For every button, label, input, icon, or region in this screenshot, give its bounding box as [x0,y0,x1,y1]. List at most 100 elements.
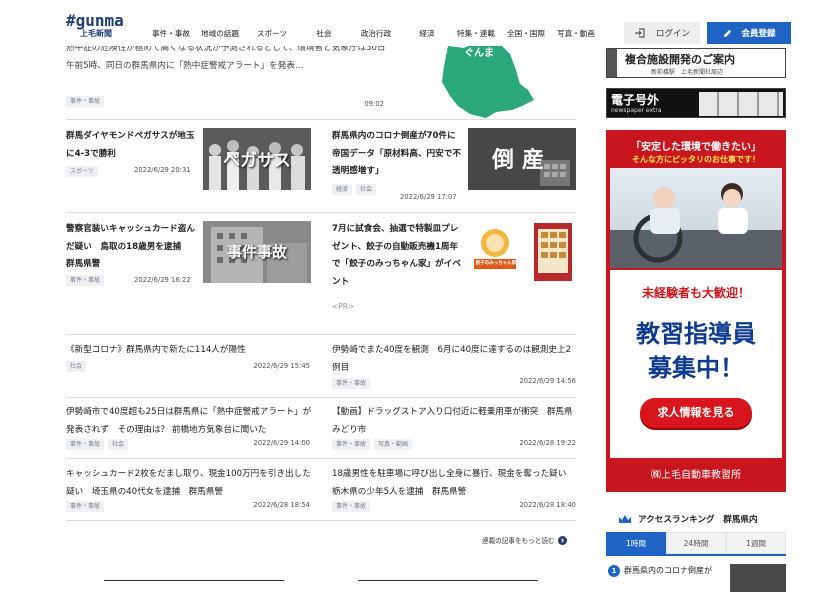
nav-item-society[interactable]: 社会 [298,24,350,44]
car-interior-image [610,183,782,268]
login-icon [634,28,645,38]
article-card[interactable]: 伊勢崎市で40度超も25日は群馬県に「熱中症警戒アラート」が発表されず その理由… [66,404,312,452]
nav-item-incidents[interactable]: 事件・事故 [148,24,194,44]
nav-item-local[interactable]: 地域の話題 [194,24,246,44]
article-tag[interactable]: スポーツ [66,166,98,177]
article-card[interactable]: キャッシュカード2枚をだまし取り、現金100万円を引き出した疑い 埼玉県の40代… [66,466,312,514]
ranking-item[interactable]: 1 群馬県内のコロナ倒産が [606,564,786,592]
tab-1-hour[interactable]: 1時間 [606,532,666,554]
bankruptcy-thumbnail[interactable]: 倒産 [468,128,576,190]
register-button[interactable]: 会員登録 [707,22,791,44]
nav-item-politics[interactable]: 政治行政 [350,24,402,44]
login-button[interactable]: ログイン [624,22,700,44]
main-nav: 事件・事故 地域の話題 スポーツ 社会 政治行政 経済 特集・連載 全国・国際 … [148,24,600,44]
pegasus-thumbnail[interactable]: ペガサス [203,128,311,190]
article-date: 2022/6/29 14:00 [253,439,310,447]
top-article[interactable]: 熱中症の危険性が極めて高くなる状況が予測されるとして、環境省と気象庁は30日午前… [66,40,386,114]
nav-item-features[interactable]: 特集・連載 [452,24,500,44]
ad-company: ㈱上毛自動車教習所 [651,470,741,481]
article-date: 2022/6/29 20:31 [134,166,191,174]
logo-subtitle: 上毛新聞 [80,29,112,38]
divider [66,458,576,459]
thumb-caption: ペガサス [223,151,291,171]
section-underline [104,580,284,581]
pr-label: <PR> [332,302,355,311]
article-tag[interactable]: 社会 [66,360,87,372]
article-card[interactable]: 【動画】ドラッグストア入り口付近に軽乗用車が衝突 群馬県みどり市 事件・事故 写真… [332,404,578,452]
article-date: 2022/6/29 17:07 [400,193,457,201]
article-date: 2022/6/29 15:45 [253,362,310,370]
banner-subtitle: 新前橋駅 上毛新聞社周辺 [651,69,724,76]
nav-item-national[interactable]: 全国・国際 [500,24,552,44]
ranking-header: アクセスランキング 群馬県内 [606,508,786,530]
newspaper-thumbnails [699,92,783,116]
article-date: 2022/6/28 18:54 [253,501,310,509]
nav-item-economy[interactable]: 経済 [402,24,452,44]
rank-thumbnail [730,564,786,592]
article-date: 2022/6/29 14:56 [519,377,576,385]
banner-title: 電子号外 [611,93,660,107]
banner-title: 複合施設開発のご案内 [625,53,735,66]
article-date: 2022/6/28 18:40 [519,501,576,509]
job-recruitment-ad[interactable]: 「安定した環境で働きたい」 そんな方にピッタリのお仕事です！ 未経験者も大歓迎！… [606,130,786,492]
banner-subtitle: newspaper extra [611,107,662,114]
article-tag[interactable]: 社会 [356,183,377,195]
incident-thumbnail[interactable]: 事件事故 [203,221,311,283]
login-label: ログイン [655,29,690,39]
article-time: 09:02 [364,100,384,108]
nav-item-photo-video[interactable]: 写真・動画 [552,24,600,44]
divider [66,520,576,521]
divider [66,119,576,120]
article-tag[interactable]: 事件・事故 [66,274,105,286]
divider [66,397,576,398]
crown-icon [619,515,631,523]
pencil-icon [724,29,732,37]
ranking-title: アクセスランキング 群馬県内 [638,515,758,525]
article-tag[interactable]: 事件・事故 [332,378,371,389]
article-title: 群馬県内のコロナ倒産が70件に 帝国データ「原材料高、円安で不透明感増す」 [332,131,465,176]
article-title: 18歳男性を駐車場に呼び出し全身に暴行、現金を奪った疑い 栃木県の少年5人を逮捕… [332,469,575,497]
divider [66,334,576,335]
thumb-caption: 倒産 [491,148,552,173]
article-card[interactable]: 7月に試食会、抽選で特製皿プレゼント、餃子の自動販売機1周年で「餃子のみっちゃん… [332,221,464,293]
logo-wordmark: #gunma [66,11,124,30]
map-label: ぐんま [464,48,494,59]
article-tag[interactable]: 事件・事故 [332,501,371,512]
article-tag[interactable]: 事件・事故 [66,96,105,107]
article-card[interactable]: 群馬県内のコロナ倒産が70件に 帝国データ「原材料高、円安で不透明感増す」 経済… [332,128,465,195]
nav-item-sports[interactable]: スポーツ [246,24,298,44]
ad-top-line2: そんな方にピッタリのお仕事です！ [632,155,760,164]
article-card[interactable]: 伊勢崎でまた40度を観測 6月に40度に達するのは観測史上2例目 事件・事故 2… [332,342,578,390]
gyoza-thumbnail[interactable]: 餃子のみっちゃん家 [468,221,576,283]
article-tag[interactable]: 事件・事故 [332,439,371,450]
ad-top-line1: 「安定した環境で働きたい」 [631,142,761,153]
job-info-button[interactable]: 求人情報を見る [640,398,752,428]
article-tag[interactable]: 社会 [108,439,129,450]
article-tag[interactable]: 経済 [332,183,353,195]
article-card[interactable]: 群馬ダイヤモンドペガサスが地玉に4-3で勝利 スポーツ [66,128,198,188]
article-title: キャッシュカード2枚をだまし取り、現金100万円を引き出した疑い 埼玉県の40代… [66,469,311,497]
article-card[interactable]: 18歳男性を駐車場に呼び出し全身に暴行、現金を奪った疑い 栃木県の少年5人を逮捕… [332,466,578,514]
article-tag[interactable]: 事件・事故 [66,501,105,512]
section-underline [358,580,538,581]
ad-white-panel: 未経験者も大歓迎！ 教習指導員 募集中！ 求人情報を見る [610,270,782,458]
more-articles-label: 連載の記事をもっと読む [482,537,555,545]
gunma-map-thumbnail[interactable]: ぐんま [424,40,536,118]
ad-headline2: 募集中！ [648,354,744,382]
complex-facility-banner[interactable]: 複合施設開発のご案内 新前橋駅 上毛新聞社周辺 [606,48,786,78]
article-card[interactable]: 《新型コロナ》群馬県内で新たに114人が陽性 社会 2022/6/29 15:4… [66,342,312,386]
tab-1-week[interactable]: 1週間 [726,532,786,554]
article-title: 警察官装いキャッシュカード盗んだ疑い 鳥取の18歳男を逮捕 群馬県警 [66,224,195,269]
rank-title: 群馬県内のコロナ倒産が [624,566,712,575]
article-tag[interactable]: 写真・動画 [374,439,413,450]
gyoza-vending-image [470,223,572,281]
site-logo[interactable]: #gunma 上毛新聞 [66,13,146,43]
digital-extra-banner[interactable]: 電子号外 newspaper extra [606,88,786,118]
article-tag[interactable]: 事件・事故 [66,439,105,450]
ad-welcome: 未経験者も大歓迎！ [641,286,750,300]
more-articles-link[interactable]: 連載の記事をもっと読む [482,535,567,545]
top-article-text: 熱中症の危険性が極めて高くなる状況が予測されるとして、環境省と気象庁は30日午前… [66,43,386,71]
article-title: 群馬ダイヤモンドペガサスが地玉に4-3で勝利 [66,131,195,159]
tab-24-hours[interactable]: 24時間 [666,532,726,554]
article-date: 2022/6/29 16:22 [134,276,191,284]
